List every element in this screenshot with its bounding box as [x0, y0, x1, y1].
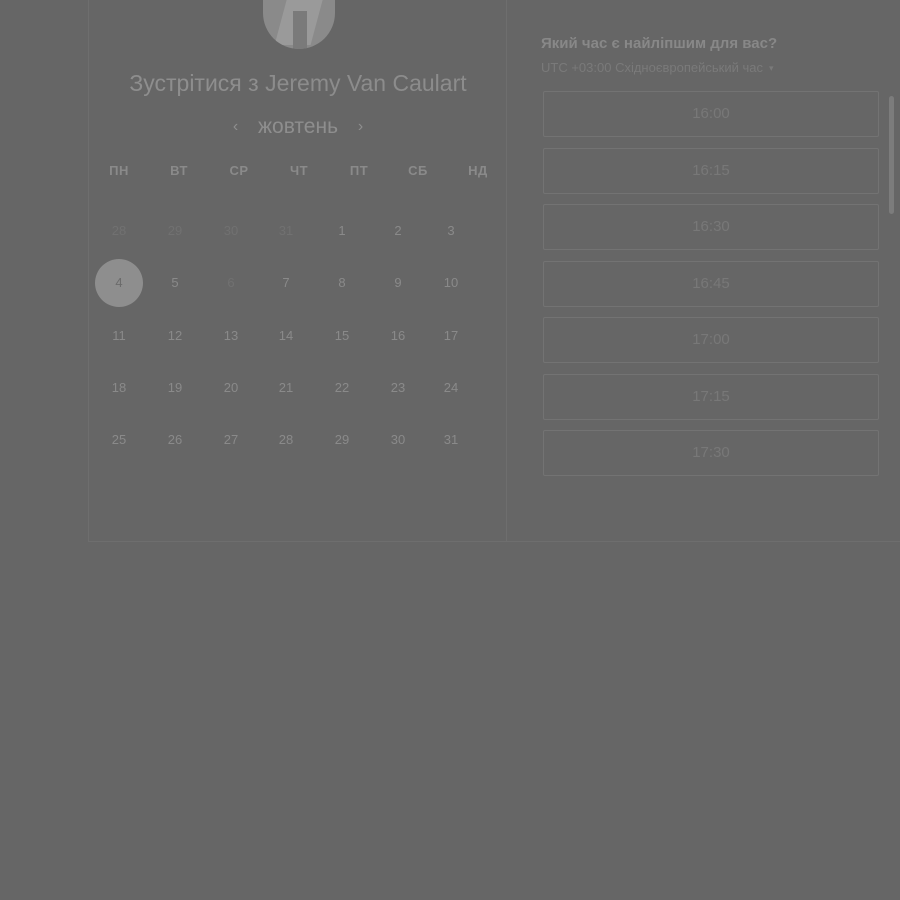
calendar-day[interactable]: 19 — [151, 364, 199, 412]
calendar-day[interactable]: 24 — [427, 364, 475, 412]
calendar-day[interactable]: 9 — [374, 259, 422, 307]
calendar-day[interactable]: 23 — [374, 364, 422, 412]
month-navigation: ‹ жовтень › — [89, 115, 507, 139]
time-slot-list: 16:00 16:15 16:30 16:45 17:00 17:15 17:30 — [543, 91, 883, 486]
time-slot-button[interactable]: 17:00 — [543, 317, 879, 363]
timezone-selector[interactable]: UTC +03:00 Східноєвропейський час ▾ — [541, 60, 774, 75]
avatar — [263, 0, 335, 49]
calendar-day[interactable]: 26 — [151, 416, 199, 464]
calendar-day: 30 — [223, 223, 239, 238]
calendar-day[interactable]: 20 — [207, 364, 255, 412]
calendar-day[interactable]: 25 — [95, 416, 143, 464]
calendar-day[interactable]: 17 — [427, 312, 475, 360]
time-panel: Який час є найліпшим для вас? UTC +03:00… — [507, 0, 900, 541]
month-label: жовтень — [257, 115, 339, 138]
weekday-label: ЧТ — [289, 163, 309, 178]
scrollbar[interactable] — [889, 96, 894, 214]
calendar-day[interactable]: 14 — [262, 312, 310, 360]
calendar-day[interactable]: 3 — [427, 207, 475, 255]
calendar-day[interactable]: 2 — [374, 207, 422, 255]
calendar-day[interactable]: 15 — [318, 312, 366, 360]
time-slot-button[interactable]: 16:30 — [543, 204, 879, 250]
timezone-label: UTC +03:00 Східноєвропейський час — [541, 60, 763, 75]
time-slot-button[interactable]: 16:00 — [543, 91, 879, 137]
page-title: Зустрітися з Jeremy Van Caulart — [89, 70, 507, 97]
calendar-day[interactable]: 13 — [207, 312, 255, 360]
weekday-label: СР — [229, 163, 249, 178]
weekday-label: СБ — [408, 163, 428, 178]
chevron-left-icon[interactable]: ‹ — [233, 118, 238, 136]
calendar-panel: Зустрітися з Jeremy Van Caulart ‹ жовтен… — [89, 0, 507, 541]
weekday-label: НД — [468, 163, 488, 178]
weekday-label: ВТ — [170, 163, 188, 178]
calendar-day[interactable]: 16 — [374, 312, 422, 360]
calendar-day[interactable]: 31 — [427, 416, 475, 464]
calendar-day[interactable]: 12 — [151, 312, 199, 360]
calendar-day[interactable]: 7 — [262, 259, 310, 307]
time-slot-button[interactable]: 17:15 — [543, 373, 879, 420]
time-slot-button[interactable]: 16:45 — [543, 260, 879, 307]
host-name: Jeremy Van Caulart — [265, 70, 467, 96]
title-prefix: Зустрітися з — [129, 70, 259, 96]
caret-down-icon: ▾ — [768, 63, 774, 73]
time-question: Який час є найліпшим для вас? — [541, 35, 778, 52]
calendar-day[interactable]: 5 — [151, 259, 199, 307]
calendar-day[interactable]: 30 — [374, 416, 422, 464]
chevron-right-icon[interactable]: › — [358, 118, 363, 136]
scheduler-card: Зустрітися з Jeremy Van Caulart ‹ жовтен… — [88, 0, 900, 542]
calendar-day[interactable]: 21 — [262, 364, 310, 412]
time-slot-button[interactable]: 16:15 — [543, 147, 879, 194]
weekday-label: ПН — [109, 163, 129, 178]
calendar-day[interactable]: 1 — [318, 207, 366, 255]
calendar-day-selected[interactable]: 4 — [95, 259, 143, 307]
avatar-figure-detail — [293, 11, 307, 49]
calendar-day[interactable]: 10 — [427, 259, 475, 307]
time-slot-button[interactable]: 17:30 — [543, 430, 879, 476]
calendar-day[interactable]: 6 — [207, 259, 255, 307]
calendar-day: 29 — [167, 223, 183, 238]
calendar-day[interactable]: 11 — [95, 312, 143, 360]
calendar-day[interactable]: 29 — [318, 416, 366, 464]
calendar-day: 31 — [278, 223, 294, 238]
calendar-day[interactable]: 27 — [207, 416, 255, 464]
calendar-day: 28 — [111, 223, 127, 238]
weekday-label: ПТ — [349, 163, 369, 178]
calendar-day[interactable]: 18 — [95, 364, 143, 412]
calendar-day[interactable]: 28 — [262, 416, 310, 464]
calendar-day[interactable]: 8 — [318, 259, 366, 307]
calendar-day[interactable]: 22 — [318, 364, 366, 412]
